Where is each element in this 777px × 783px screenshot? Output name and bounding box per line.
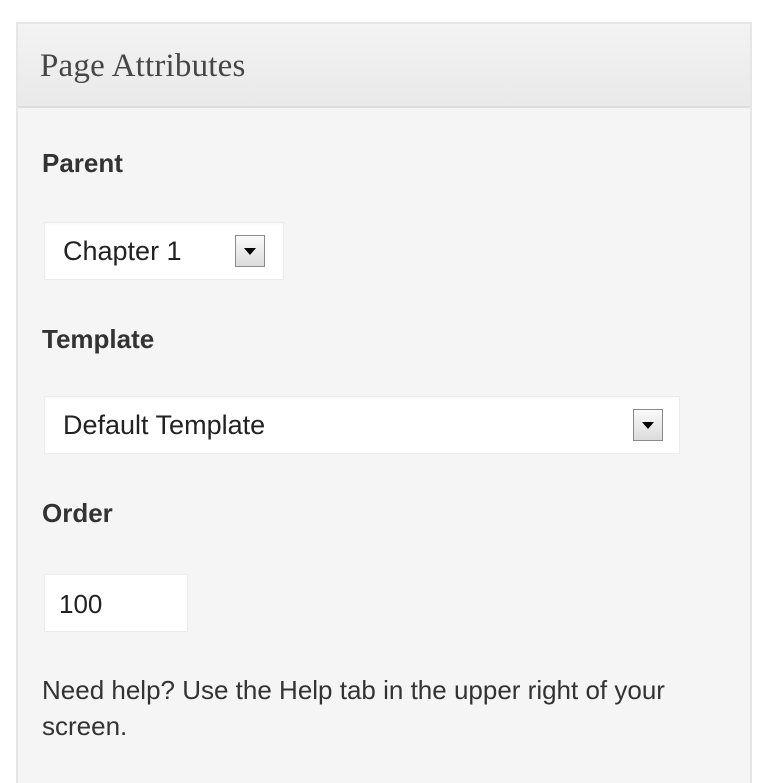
panel-header[interactable]: Page Attributes	[18, 24, 750, 108]
parent-label: Parent	[42, 148, 123, 178]
template-select-value: Default Template	[63, 410, 266, 440]
chevron-down-icon[interactable]	[633, 409, 663, 441]
order-input[interactable]: 100	[44, 574, 188, 632]
chevron-down-icon[interactable]	[235, 235, 265, 267]
page-attributes-panel: Page Attributes Parent Chapter 1 Templat…	[16, 22, 752, 783]
parent-select-value: Chapter 1	[63, 236, 182, 266]
panel-title: Page Attributes	[40, 48, 246, 84]
template-label: Template	[42, 324, 155, 354]
help-text: Need help? Use the Help tab in the upper…	[42, 675, 665, 741]
template-select[interactable]: Default Template	[44, 396, 680, 454]
order-label: Order	[42, 498, 113, 528]
order-input-value: 100	[59, 589, 103, 619]
parent-select[interactable]: Chapter 1	[44, 222, 284, 280]
